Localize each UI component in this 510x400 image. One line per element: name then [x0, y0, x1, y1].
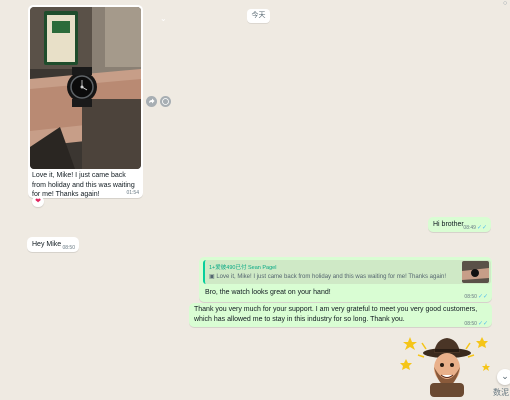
- quoted-thumbnail: [462, 261, 489, 283]
- double-check-icon: ✓✓: [476, 225, 487, 231]
- message-text: Hey Mike: [32, 241, 62, 248]
- message-text: Bro, the watch looks great on your hand!: [205, 289, 331, 296]
- message-text: Thank you very much for your support. I …: [194, 306, 478, 323]
- double-check-icon: ✓✓: [477, 294, 488, 300]
- date-separator: 今天: [247, 9, 270, 23]
- reply-message[interactable]: 1+爱彼490已付 Sean Pagel ▣ Love it, Mike! I …: [199, 257, 492, 302]
- incoming-message[interactable]: Hey Mike 08:50: [27, 237, 79, 252]
- forward-icon[interactable]: [146, 96, 157, 107]
- outgoing-message[interactable]: Hi brother 08:49✓✓: [428, 217, 491, 232]
- message-time: 08:50✓✓: [464, 294, 488, 300]
- chat-panel: 今天 ○ ⌄ Love it, Mike! I just came back f…: [0, 0, 510, 400]
- watermark: 数泥: [493, 388, 509, 397]
- message-time: 08:50: [62, 245, 75, 251]
- chevron-down-icon[interactable]: ⌄: [160, 14, 167, 23]
- corner-mark: ○: [503, 0, 508, 7]
- double-check-icon: ✓✓: [477, 321, 488, 327]
- scroll-down-button[interactable]: ⌄: [497, 369, 510, 385]
- watch-photo[interactable]: [30, 7, 141, 169]
- heart-reaction-icon[interactable]: ❤: [32, 196, 44, 207]
- message-time: 08:50✓✓: [464, 321, 488, 327]
- message-time: 01:54: [126, 190, 139, 196]
- image-message[interactable]: ⌄ Love it, Mike! I just came back from h…: [28, 5, 167, 198]
- message-time: 08:49✓✓: [463, 225, 487, 231]
- image-caption: Love it, Mike! I just came back from hol…: [32, 172, 135, 198]
- outgoing-message[interactable]: Thank you very much for your support. I …: [189, 303, 492, 327]
- react-icon[interactable]: [160, 96, 171, 107]
- quoted-message[interactable]: 1+爱彼490已付 Sean Pagel ▣ Love it, Mike! I …: [203, 260, 491, 284]
- quoted-text: ▣ Love it, Mike! I just came back from h…: [209, 274, 447, 280]
- memoji-sticker[interactable]: [400, 333, 492, 397]
- message-text: Hi brother: [433, 221, 464, 228]
